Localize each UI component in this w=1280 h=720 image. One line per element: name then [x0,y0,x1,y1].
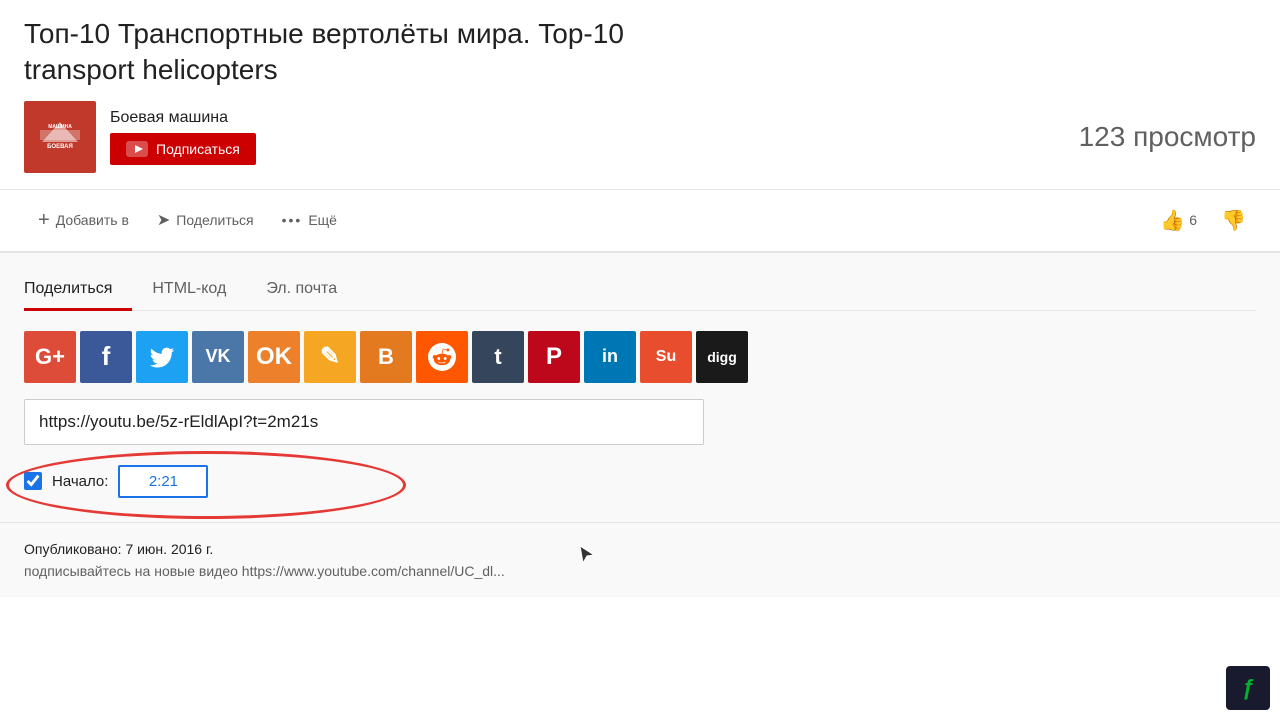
social-icon-googleplus[interactable]: G+ [24,331,76,383]
social-icon-reddit[interactable] [416,331,468,383]
social-icon-linkedin[interactable]: in [584,331,636,383]
tab-html[interactable]: HTML-код [152,270,246,311]
social-icon-twitter[interactable] [136,331,188,383]
action-bar: + Добавить в ➤ Поделиться ••• Ещё 👍 6 👎 [0,190,1280,252]
share-panel: Поделиться HTML-код Эл. почта G+ f VK OK… [0,252,1280,522]
thumbs-up-icon: 👍 [1160,208,1185,233]
published-section: Опубликовано: 7 июн. 2016 г. подписывайт… [0,522,1280,597]
channel-left: БОЕВАЯ МАШИНА Боевая машина [24,101,256,173]
like-count: 6 [1189,212,1197,228]
like-button[interactable]: 👍 6 [1150,200,1207,241]
social-icon-odnoklassniki[interactable]: OK [248,331,300,383]
share-button[interactable]: ➤ Поделиться [143,202,268,238]
action-bar-right: 👍 6 👎 [1150,200,1256,241]
published-date: Опубликовано: 7 июн. 2016 г. [24,541,1256,557]
social-icon-vk[interactable]: VK [192,331,244,383]
subscribe-label: Подписаться [156,141,240,157]
social-icon-stumbleupon[interactable]: Su [640,331,692,383]
social-icon-blogger[interactable]: B [360,331,412,383]
channel-row: БОЕВАЯ МАШИНА Боевая машина [24,101,1256,173]
start-time-checkbox[interactable] [24,472,42,490]
start-time-input[interactable] [118,465,208,498]
social-icon-digg[interactable]: digg [696,331,748,383]
top-section: Топ-10 Транспортные вертолёты мира. Top-… [0,0,1280,190]
social-icons: G+ f VK OK ✎ B t P in Su digg [24,331,1256,383]
tab-email[interactable]: Эл. почта [266,270,357,311]
channel-info: Боевая машина Подписаться [110,109,256,165]
social-icon-facebook[interactable]: f [80,331,132,383]
social-icon-tumblr[interactable]: t [472,331,524,383]
tab-share[interactable]: Поделиться [24,270,132,311]
subscribe-button[interactable]: Подписаться [110,133,256,165]
thumbs-down-icon: 👎 [1221,208,1246,233]
yt-icon [126,141,148,157]
channel-avatar[interactable]: БОЕВАЯ МАШИНА [24,101,96,173]
subscribe-channel-text: подписывайтесь на новые видео https://ww… [24,563,1256,579]
svg-text:МАШИНА: МАШИНА [48,124,72,130]
fiverr-logo: ƒ [1226,666,1270,710]
video-title: Топ-10 Транспортные вертолёты мира. Top-… [24,16,1256,89]
main-container: Топ-10 Транспортные вертолёты мира. Top-… [0,0,1280,720]
social-icon-pinterest[interactable]: P [528,331,580,383]
more-button[interactable]: ••• Ещё [268,204,351,236]
social-icon-pencil[interactable]: ✎ [304,331,356,383]
add-to-button[interactable]: + Добавить в [24,201,143,240]
url-row [24,399,1256,445]
more-icon: ••• [282,212,303,228]
svg-text:БОЕВАЯ: БОЕВАЯ [47,144,73,150]
share-url-input[interactable] [24,399,704,445]
start-time-row: Начало: [24,465,208,498]
dislike-button[interactable]: 👎 [1211,200,1256,241]
channel-name: Боевая машина [110,109,256,127]
share-tabs: Поделиться HTML-код Эл. почта [24,269,1256,311]
views-count: 123 просмотр [1079,121,1256,153]
share-icon: ➤ [157,210,170,230]
plus-icon: + [38,209,50,232]
start-time-label: Начало: [52,473,108,490]
